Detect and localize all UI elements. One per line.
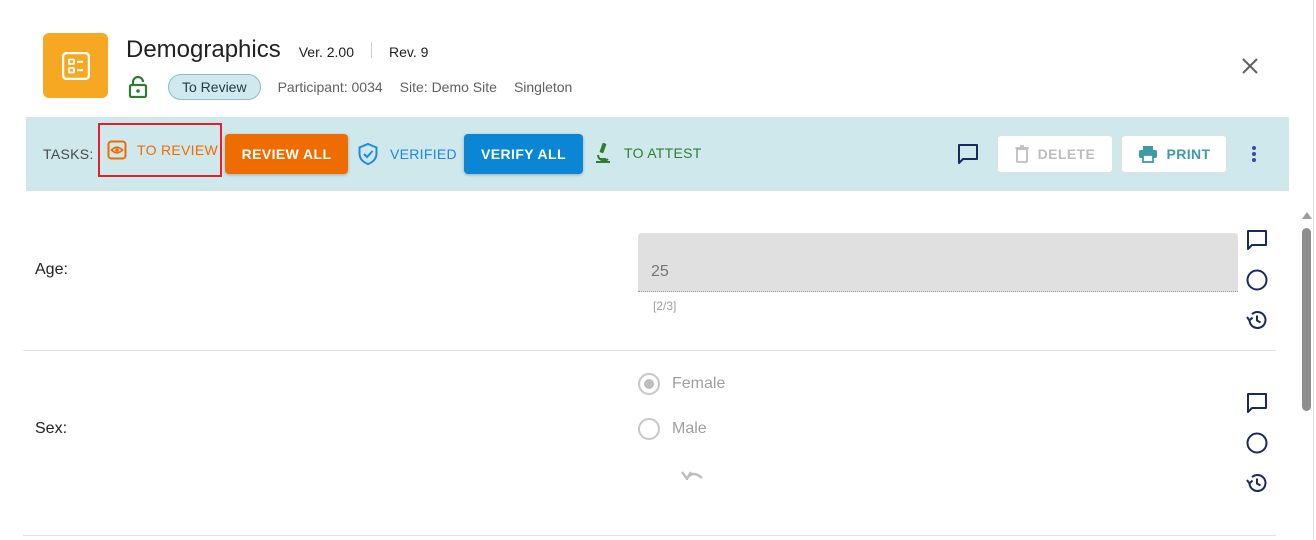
more-options-button[interactable]	[1242, 142, 1266, 166]
sex-label: Sex:	[35, 420, 68, 437]
comment-button[interactable]	[956, 142, 980, 166]
site-label: Site: Demo Site	[399, 79, 497, 95]
divider	[371, 42, 373, 58]
tasks-toolbar: TASKS: TO REVIEW REVIEW ALL VERIFIED VER…	[26, 117, 1289, 191]
row-divider	[23, 350, 1276, 351]
trash-icon	[1015, 145, 1029, 163]
age-history-button[interactable]	[1245, 308, 1269, 332]
comment-icon	[958, 144, 978, 164]
status-badge: To Review	[168, 74, 261, 100]
arm-label: Singleton	[513, 79, 573, 95]
age-status-button[interactable]	[1245, 268, 1269, 292]
row-divider	[23, 535, 1276, 536]
comment-icon	[1247, 230, 1267, 250]
scrollbar-thumb[interactable]	[1302, 228, 1311, 411]
tasks-label: TASKS:	[43, 146, 94, 162]
radio-male[interactable]: Male	[638, 418, 707, 440]
delete-label: DELETE	[1037, 146, 1096, 162]
printer-icon	[1138, 146, 1157, 163]
dialog-edge	[1313, 0, 1314, 540]
age-input[interactable]: 25	[638, 233, 1238, 292]
close-icon	[1242, 58, 1258, 74]
lock-open-icon[interactable]	[126, 75, 150, 99]
to-attest-label: TO ATTEST	[624, 145, 702, 161]
to-attest-link[interactable]: TO ATTEST	[594, 142, 702, 164]
close-button[interactable]	[1238, 54, 1262, 78]
sex-comment-button[interactable]	[1245, 391, 1269, 415]
radio-female-label: Female	[672, 375, 726, 392]
page-title: Demographics	[126, 36, 281, 63]
undo-button[interactable]	[680, 466, 706, 480]
history-icon	[1246, 474, 1267, 492]
print-label: PRINT	[1166, 146, 1211, 162]
to-review-link[interactable]: TO REVIEW	[98, 123, 222, 177]
form-list-icon	[43, 33, 108, 98]
review-all-button[interactable]: REVIEW ALL	[225, 134, 348, 174]
age-hint: [2/3]	[653, 299, 677, 313]
revision-label: Rev. 9	[389, 44, 429, 60]
version-label: Ver. 2.00	[298, 44, 355, 60]
eye-icon	[107, 140, 127, 160]
verify-all-button[interactable]: VERIFY ALL	[464, 134, 583, 174]
verified-link[interactable]: VERIFIED	[357, 142, 457, 166]
age-comment-button[interactable]	[1245, 228, 1269, 252]
radio-button	[638, 373, 660, 395]
more-vert-icon	[1252, 146, 1256, 162]
scroll-up-arrow[interactable]	[1302, 212, 1312, 219]
verified-label: VERIFIED	[390, 146, 457, 162]
sex-history-button[interactable]	[1245, 471, 1269, 495]
circle-outline-icon	[1246, 269, 1268, 291]
microscope-icon	[596, 142, 610, 163]
title-row: Demographics Ver. 2.00 Rev. 9	[126, 36, 428, 64]
comment-icon	[1247, 393, 1267, 413]
to-review-label: TO REVIEW	[137, 142, 219, 158]
meta-row: To Review Participant: 0034 Site: Demo S…	[126, 74, 572, 100]
radio-female[interactable]: Female	[638, 373, 725, 395]
participant-label: Participant: 0034	[277, 79, 383, 95]
shield-check-icon	[358, 142, 378, 166]
delete-button[interactable]: DELETE	[997, 135, 1113, 173]
print-button[interactable]: PRINT	[1121, 135, 1227, 173]
history-icon	[1246, 311, 1267, 329]
radio-dot	[644, 379, 654, 389]
age-label: Age:	[35, 261, 68, 278]
radio-male-label: Male	[672, 420, 707, 437]
demographics-dialog: Demographics Ver. 2.00 Rev. 9 To Review …	[0, 0, 1316, 540]
circle-outline-icon	[1246, 432, 1268, 454]
sex-status-button[interactable]	[1245, 431, 1269, 455]
radio-button	[638, 418, 660, 440]
undo-icon	[681, 471, 703, 480]
